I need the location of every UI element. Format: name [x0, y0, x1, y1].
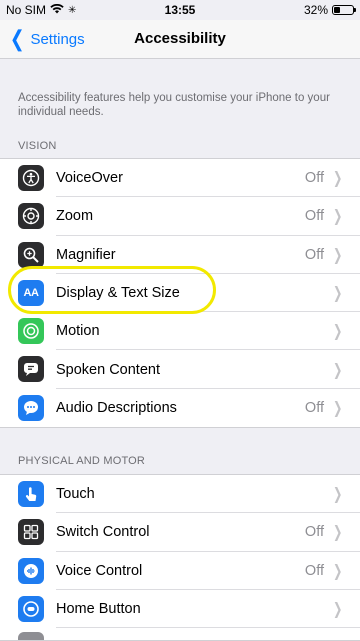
section-header-physical-motor: PHYSICAL AND MOTOR — [18, 455, 146, 467]
row-label: Home Button — [56, 601, 141, 618]
navigation-bar: ❮ Settings Accessibility — [0, 20, 360, 59]
row-value: Off — [304, 170, 324, 187]
voiceover-icon — [18, 165, 44, 191]
chevron-right-icon: ❯ — [332, 562, 342, 580]
back-label: Settings — [30, 30, 85, 48]
row-label: Audio Descriptions — [56, 399, 177, 416]
row-label: Switch Control — [56, 524, 150, 541]
accessibility-icon — [18, 632, 44, 641]
chevron-right-icon: ❯ — [332, 170, 342, 188]
row-value: Off — [304, 246, 324, 263]
home-button-icon — [18, 595, 44, 622]
row-touch[interactable]: Touch ❯ — [0, 475, 360, 514]
battery-percent: 32% — [303, 3, 328, 17]
row-spoken-content[interactable]: Spoken Content ❯ — [0, 350, 360, 389]
zoom-icon — [18, 203, 44, 230]
row-value: Off — [304, 524, 324, 541]
display-text-size-icon: AA — [18, 279, 44, 306]
physical-motor-group: Touch ❯ Switch Control Off ❯ Voice Contr… — [0, 474, 360, 641]
touch-icon — [18, 481, 44, 507]
voice-control-icon — [18, 557, 44, 584]
row-voice-control[interactable]: Voice Control Off ❯ — [0, 552, 360, 590]
chevron-right-icon: ❯ — [332, 246, 342, 264]
status-bar: No SIM ✳ 13:55 32% — [0, 0, 360, 20]
row-zoom[interactable]: Zoom Off ❯ — [0, 197, 360, 236]
chevron-right-icon: ❯ — [332, 208, 342, 226]
vision-group: VoiceOver Off ❯ Zoom Off ❯ Magnifier Off… — [0, 158, 360, 429]
audio-descriptions-icon — [18, 394, 44, 421]
row-label: Magnifier — [56, 246, 116, 263]
back-button[interactable]: ❮ Settings — [8, 20, 85, 58]
chevron-right-icon: ❯ — [332, 361, 342, 379]
row-label: Voice Control — [56, 562, 143, 579]
row-label: Display & Text Size — [56, 285, 180, 302]
motion-icon — [18, 318, 44, 345]
battery-fill — [334, 7, 340, 13]
row-value: Off — [304, 208, 324, 225]
intro-text: Accessibility features help you customis… — [18, 92, 330, 118]
row-label: Zoom — [56, 208, 94, 225]
chevron-right-icon: ❯ — [332, 323, 342, 341]
row-label: Spoken Content — [56, 361, 160, 378]
row-switch-control[interactable]: Switch Control Off ❯ — [0, 513, 360, 552]
row-voiceover[interactable]: VoiceOver Off ❯ — [0, 159, 360, 198]
row-label: VoiceOver — [56, 170, 123, 187]
status-right: 32% — [303, 3, 356, 17]
chevron-right-icon: ❯ — [332, 601, 342, 619]
row-audio-descriptions[interactable]: Audio Descriptions Off ❯ — [0, 389, 360, 427]
chevron-left-icon: ❮ — [9, 26, 25, 51]
chevron-right-icon: ❯ — [332, 524, 342, 542]
row-magnifier[interactable]: Magnifier Off ❯ — [0, 236, 360, 274]
chevron-right-icon: ❯ — [332, 399, 342, 417]
chevron-right-icon: ❯ — [332, 486, 342, 504]
spoken-content-icon — [18, 356, 44, 383]
battery-icon — [332, 5, 356, 15]
row-home-button[interactable]: Home Button ❯ — [0, 590, 360, 629]
magnifier-icon — [18, 241, 44, 268]
section-header-vision: VISION — [18, 140, 57, 152]
row-display-text-size[interactable]: AA Display & Text Size ❯ — [0, 274, 360, 313]
row-value: Off — [304, 562, 324, 579]
switch-control-icon — [18, 519, 44, 546]
row-label: Touch — [56, 486, 95, 503]
chevron-right-icon: ❯ — [332, 285, 342, 303]
row-value: Off — [304, 399, 324, 416]
row-motion[interactable]: Motion ❯ — [0, 312, 360, 351]
row-label: Motion — [56, 323, 100, 340]
row-partial[interactable] — [0, 628, 360, 641]
